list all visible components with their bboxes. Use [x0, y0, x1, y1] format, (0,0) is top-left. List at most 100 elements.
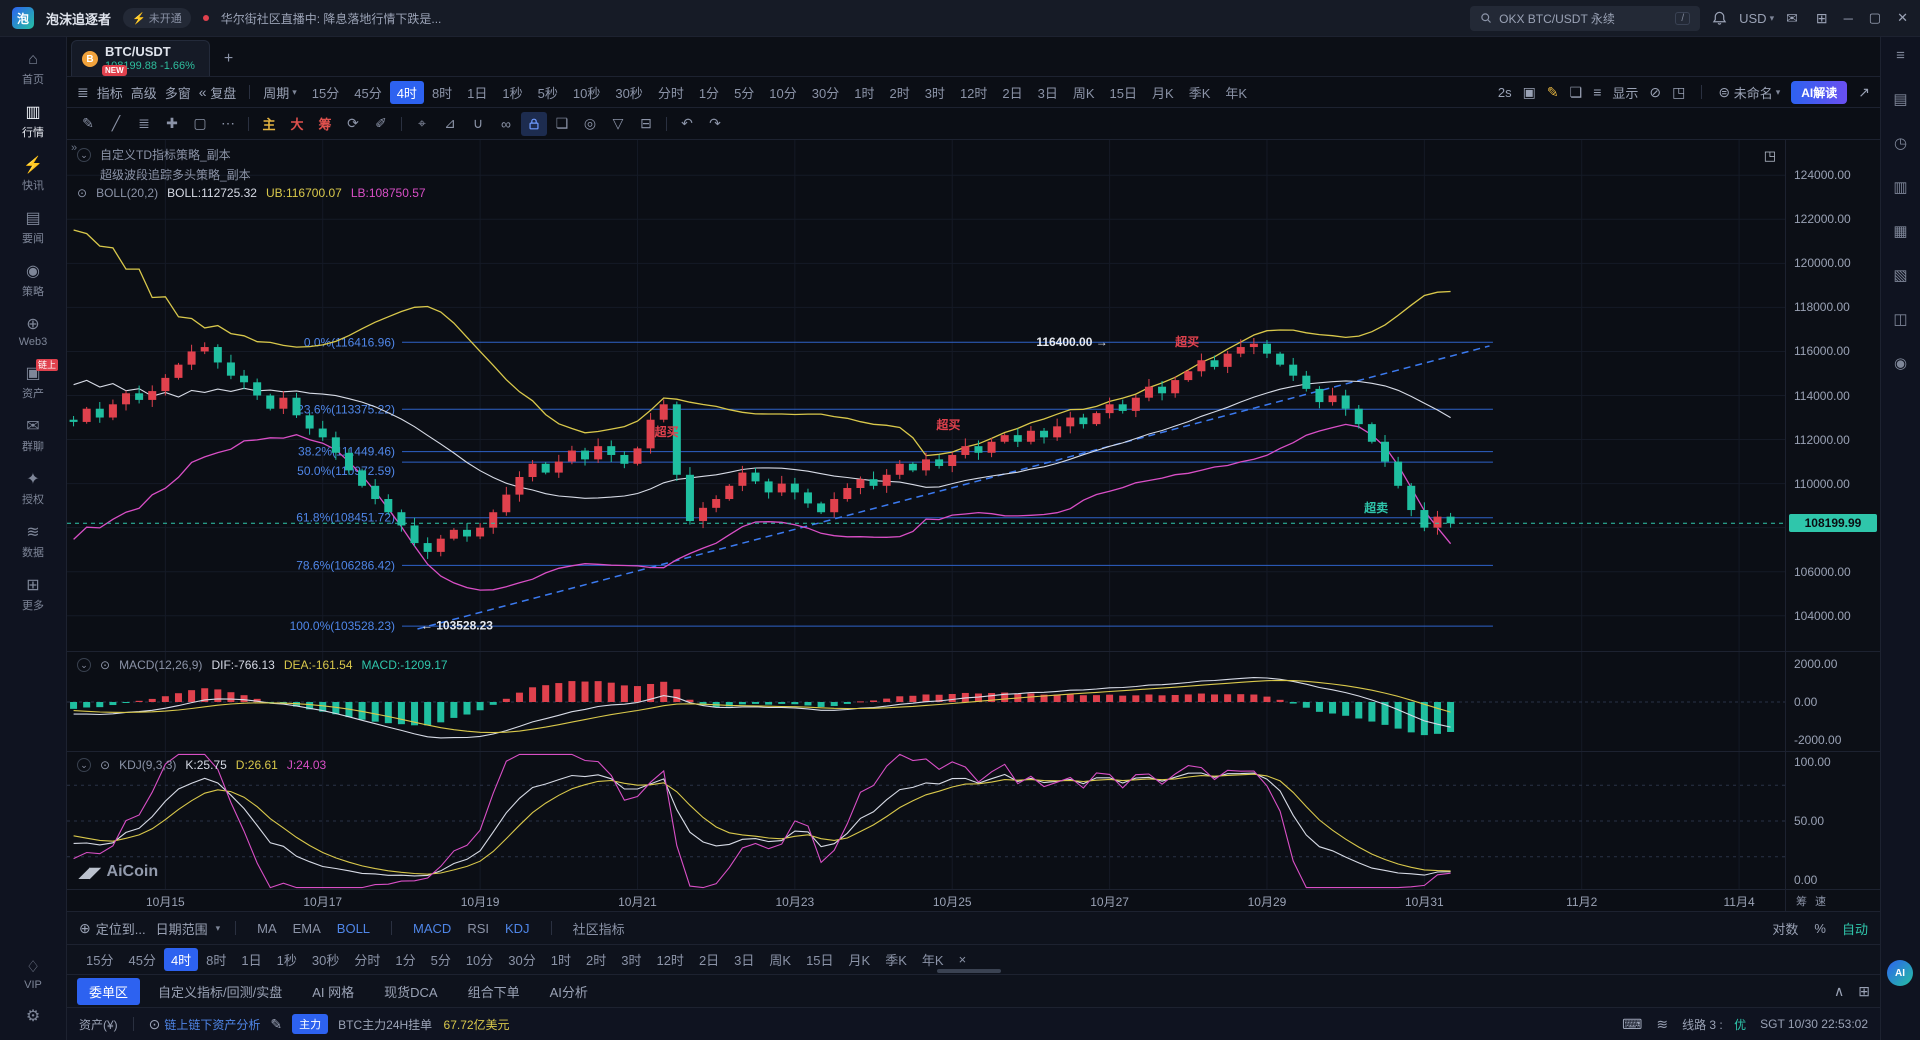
log-scale-toggle[interactable]: 对数: [1772, 919, 1798, 938]
timeframe-1秒[interactable]: 1秒: [270, 948, 304, 971]
timeframe-45分[interactable]: 45分: [121, 948, 162, 971]
draw-pencil-icon[interactable]: ✎: [75, 112, 101, 136]
share-icon[interactable]: ↗: [1858, 84, 1870, 101]
indicator-MACD[interactable]: MACD: [413, 921, 451, 936]
edit-note-icon[interactable]: ✎: [270, 1016, 282, 1033]
quick-draw-icon[interactable]: ✎: [1547, 84, 1559, 101]
timeframe-12时[interactable]: 12时: [953, 81, 994, 104]
sidebar-item-data[interactable]: ≋数据: [0, 516, 66, 569]
timeframe-15日[interactable]: 15日: [799, 948, 840, 971]
mail-icon[interactable]: ✉: [1786, 10, 1798, 27]
crosshair-tool-icon[interactable]: ⌖: [409, 112, 435, 136]
refresh-chart-icon[interactable]: ⟳: [340, 112, 366, 136]
depth-panel-icon[interactable]: ▦: [1893, 222, 1907, 240]
panel-grid-icon[interactable]: ⊞: [1858, 983, 1870, 1000]
boll-label[interactable]: BOLL(20,2): [96, 186, 158, 200]
advanced-button[interactable]: 高级: [131, 83, 157, 102]
trendline-tool-icon[interactable]: ╱: [103, 112, 129, 136]
sidebar-item-chat[interactable]: ✉群聊: [0, 410, 66, 463]
main-force-badge[interactable]: 主力: [292, 1014, 328, 1034]
chip-distribution-toggle[interactable]: 筹: [312, 112, 338, 136]
timeframe-周K[interactable]: 周K: [1066, 81, 1102, 104]
indicators-button[interactable]: 指标: [97, 83, 123, 102]
pin-tool-icon[interactable]: ◎: [577, 112, 603, 136]
rect-tool-icon[interactable]: ▢: [187, 112, 213, 136]
locate-button[interactable]: ⊕定位到...: [79, 919, 146, 938]
period-dropdown[interactable]: 周期▾: [263, 83, 297, 102]
timeframe-8时[interactable]: 8时: [425, 81, 459, 104]
symbol-tab[interactable]: B BTC/USDT 108199.88 -1.66% NEW: [71, 40, 210, 76]
timeframe-10分[interactable]: 10分: [459, 948, 500, 971]
macd-axis[interactable]: 2000.000.00-2000.00: [1785, 652, 1880, 751]
boll-visibility-icon[interactable]: ⊙: [77, 186, 87, 200]
timeframe-5秒[interactable]: 5秒: [531, 81, 565, 104]
object-tree-icon[interactable]: ≡: [1593, 84, 1601, 100]
not-activated-badge[interactable]: ⚡ 未开通: [123, 8, 191, 28]
brush-tool-icon[interactable]: ✐: [368, 112, 394, 136]
speed-toggle[interactable]: 速: [1815, 893, 1826, 909]
replay-button[interactable]: « 复盘: [199, 83, 236, 102]
refresh-interval[interactable]: 2s: [1498, 85, 1512, 100]
sidebar-item-news[interactable]: ▤要闻: [0, 202, 66, 255]
indicator-RSI[interactable]: RSI: [467, 921, 489, 936]
live-banner[interactable]: 华尔街社区直播中: 降息落地行情下跌是...: [221, 10, 442, 27]
magnet-tool-icon[interactable]: ∪: [465, 112, 491, 136]
comment-icon[interactable]: ❏: [1570, 84, 1583, 101]
close-button[interactable]: ✕: [1897, 10, 1908, 26]
timeframe-15分[interactable]: 15分: [305, 81, 346, 104]
timeframe-15日[interactable]: 15日: [1103, 81, 1144, 104]
timeframe-15分[interactable]: 15分: [79, 948, 120, 971]
close-timeframe-bar[interactable]: ×: [952, 950, 974, 969]
sidebar-item-more[interactable]: ⊞更多: [0, 569, 66, 622]
timeframe-2时[interactable]: 2时: [882, 81, 916, 104]
screenshot-icon[interactable]: ▣: [1523, 84, 1536, 101]
indicator-EMA[interactable]: EMA: [293, 921, 321, 936]
timeframe-3日[interactable]: 3日: [727, 948, 761, 971]
main-chart-canvas[interactable]: 0.0%(116416.96)23.6%(113375.22)38.2%(111…: [67, 140, 1785, 651]
keyboard-icon[interactable]: ⌨: [1622, 1016, 1642, 1033]
collapse-strategy-icon[interactable]: ⌄: [77, 148, 91, 162]
filter-tool-icon[interactable]: ▽: [605, 112, 631, 136]
open-window-icon[interactable]: ⊞: [1816, 10, 1828, 27]
tab-AI分析[interactable]: AI分析: [538, 978, 600, 1005]
timeframe-5分[interactable]: 5分: [424, 948, 458, 971]
date-range-dropdown[interactable]: 日期范围▾: [156, 919, 221, 938]
more-draw-tools-icon[interactable]: ⋯: [215, 112, 241, 136]
ai-assistant-button[interactable]: AI: [1887, 960, 1913, 986]
line-status[interactable]: 线路 3 : 优: [1682, 1016, 1746, 1033]
hide-drawings-icon[interactable]: ⊘: [1649, 84, 1661, 101]
timeframe-月K[interactable]: 月K: [842, 948, 878, 971]
timeframe-30秒[interactable]: 30秒: [608, 81, 649, 104]
tab-委单区[interactable]: 委单区: [77, 978, 140, 1005]
price-axis[interactable]: 108199.99 124000.00122000.00120000.00118…: [1785, 140, 1880, 651]
text-note-tool-icon[interactable]: ❏: [549, 112, 575, 136]
enlarge-toggle[interactable]: 大: [284, 112, 310, 136]
sidebar-item-vip[interactable]: ♢VIP: [0, 951, 66, 1000]
redo-icon[interactable]: ↷: [702, 112, 728, 136]
strategy-label-2[interactable]: 超级波段追踪多头策略_副本: [100, 166, 251, 183]
community-indicators[interactable]: 社区指标: [573, 919, 625, 938]
timeframe-30分[interactable]: 30分: [805, 81, 846, 104]
sidebar-item-market[interactable]: ▥行情: [0, 96, 66, 149]
timeframe-年K[interactable]: 年K: [1218, 81, 1254, 104]
timeframe-1时[interactable]: 1时: [847, 81, 881, 104]
main-chart-toggle[interactable]: 主: [256, 112, 282, 136]
link-tool-icon[interactable]: ∞: [493, 112, 519, 136]
orderbook-panel-icon[interactable]: ◫: [1893, 310, 1907, 328]
news-panel-icon[interactable]: ▧: [1893, 266, 1907, 284]
collapse-kdj-icon[interactable]: ⌄: [77, 758, 91, 772]
timeframe-3时[interactable]: 3时: [614, 948, 648, 971]
timeframe-1分[interactable]: 1分: [692, 81, 726, 104]
tab-组合下单[interactable]: 组合下单: [456, 978, 532, 1005]
tab-AI 网格[interactable]: AI 网格: [300, 978, 366, 1005]
kline-panel-icon[interactable]: ▥: [1893, 178, 1907, 196]
indicator-KDJ[interactable]: KDJ: [505, 921, 530, 936]
help-panel-icon[interactable]: ◉: [1894, 354, 1907, 372]
notification-bell-icon[interactable]: [1712, 11, 1727, 26]
timeframe-1日[interactable]: 1日: [234, 948, 268, 971]
timeframe-季K[interactable]: 季K: [878, 948, 914, 971]
timeframe-1秒[interactable]: 1秒: [495, 81, 529, 104]
kdj-visibility-icon[interactable]: ⊙: [100, 758, 110, 772]
timeframe-10秒[interactable]: 10秒: [566, 81, 607, 104]
percent-scale-toggle[interactable]: %: [1814, 921, 1826, 936]
